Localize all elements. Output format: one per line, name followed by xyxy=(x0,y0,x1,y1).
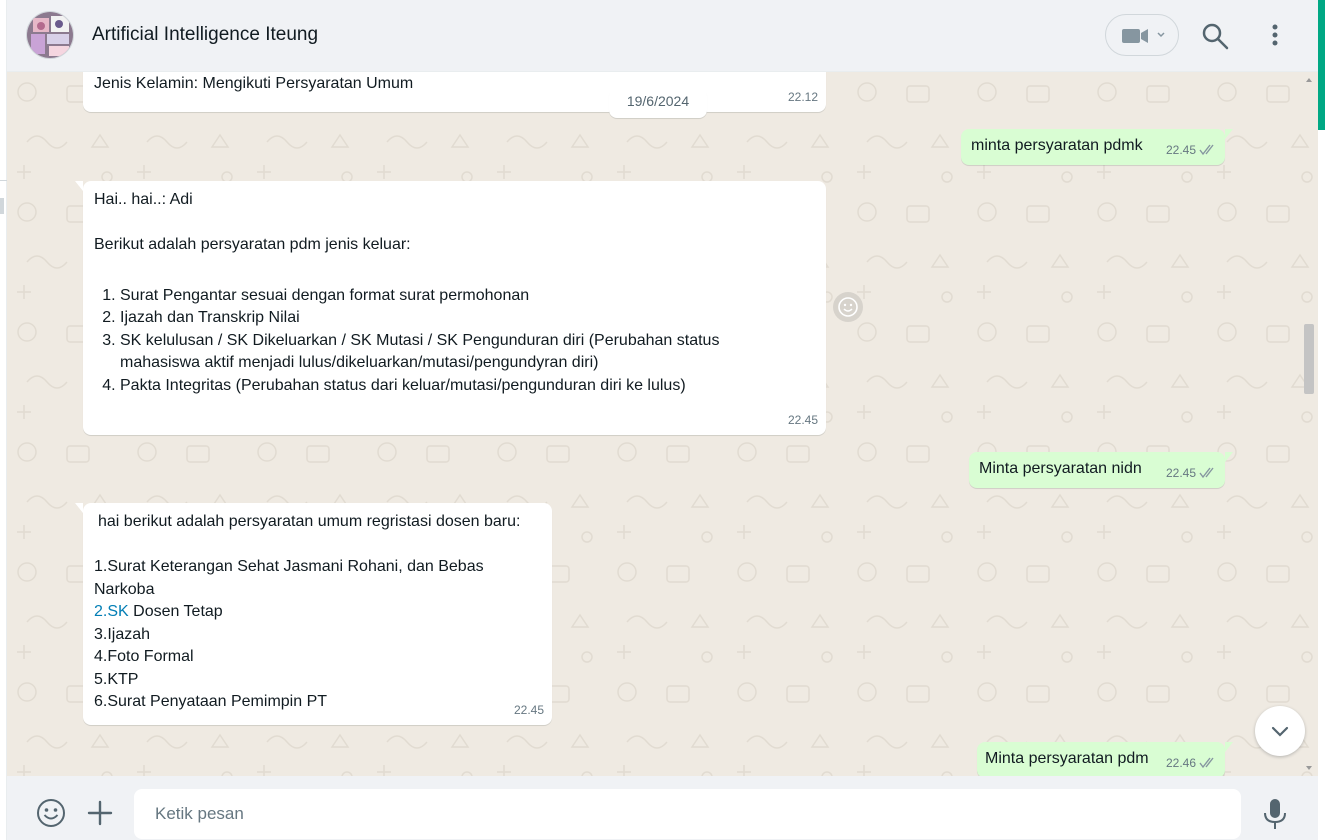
incoming-message[interactable]: Jenis Kelamin: Mengikuti Persyaratan Umu… xyxy=(83,72,826,112)
outgoing-message[interactable]: minta persyaratan pdmk 22.45 xyxy=(961,129,1233,165)
message-time: 22.46 xyxy=(1166,752,1217,775)
message-time: 22.12 xyxy=(787,89,818,104)
incoming-message[interactable]: hai berikut adalah persyaratan umum regr… xyxy=(75,503,552,725)
date-separator: 19/6/2024 xyxy=(609,88,707,118)
message-time: 22.45 xyxy=(787,412,818,427)
requirement-list: Surat Pengantar sesuai dengan format sur… xyxy=(94,285,794,398)
list-item: Pakta Integritas (Perubahan status dari … xyxy=(120,375,794,398)
video-camera-icon xyxy=(1122,29,1148,43)
composer-bar xyxy=(7,776,1318,840)
double-check-icon xyxy=(1199,467,1214,478)
message-text: Jenis Kelamin: Mengikuti Persyaratan Umu… xyxy=(94,75,414,92)
left-edge xyxy=(0,0,7,840)
incoming-message[interactable]: Hai.. hai..: Adi Berikut adalah persyara… xyxy=(75,181,826,435)
sk-link[interactable]: 2.SK xyxy=(94,603,129,620)
menu-icon[interactable] xyxy=(1263,21,1287,51)
bubble-tail xyxy=(75,181,83,191)
scrollbar[interactable] xyxy=(1303,72,1315,776)
list-item: Surat Pengantar sesuai dengan format sur… xyxy=(120,285,794,308)
search-icon[interactable] xyxy=(1200,21,1230,51)
message-text: Minta persyaratan pdm xyxy=(985,750,1149,767)
smiley-icon xyxy=(838,297,858,317)
plus-icon[interactable] xyxy=(87,800,113,826)
emoji-icon[interactable] xyxy=(36,798,66,828)
message-line: 1.Surat Keterangan Sehat Jasmani Rohani,… xyxy=(94,558,484,598)
scroll-up-arrow[interactable] xyxy=(1306,78,1312,82)
message-line: 5.KTP xyxy=(94,670,139,688)
divider xyxy=(0,180,7,181)
message-line: 2.SK Dosen Tetap xyxy=(94,603,223,620)
double-check-icon xyxy=(1199,757,1214,768)
chat-title[interactable]: Artificial Intelligence Iteung xyxy=(92,24,318,46)
bubble-tail xyxy=(75,503,83,513)
message-time: 22.45 xyxy=(1166,139,1217,162)
message-text: minta persyaratan pdmk xyxy=(971,137,1143,154)
bubble-tail xyxy=(1225,129,1233,139)
double-check-icon xyxy=(1199,144,1214,155)
message-text: Minta persyaratan nidn xyxy=(979,460,1142,477)
message-greeting: Hai.. hai..: Adi xyxy=(94,191,193,208)
message-line: 4.Foto Formal xyxy=(94,648,194,665)
bubble-tail xyxy=(1225,742,1233,752)
scroll-down-arrow[interactable] xyxy=(1306,766,1312,770)
chat-area[interactable]: Jenis Kelamin: Mengikuti Persyaratan Umu… xyxy=(7,72,1318,776)
scrollbar-thumb[interactable] xyxy=(1304,324,1314,394)
message-input[interactable] xyxy=(134,789,1241,839)
message-intro: Berikut adalah persyaratan pdm jenis kel… xyxy=(94,236,411,253)
message-intro: hai berikut adalah persyaratan umum regr… xyxy=(98,513,521,530)
message-line: 6.Surat Penyataan Pemimpin PT xyxy=(94,693,328,710)
outgoing-message[interactable]: Minta persyaratan nidn 22.45 xyxy=(969,452,1233,488)
video-call-button[interactable] xyxy=(1105,14,1179,56)
scroll-to-bottom-button[interactable] xyxy=(1255,706,1305,756)
message-time: 22.45 xyxy=(513,702,544,717)
right-edge-accent xyxy=(1318,0,1325,130)
message-time: 22.45 xyxy=(1166,462,1217,485)
mic-icon[interactable] xyxy=(1262,798,1288,830)
right-edge xyxy=(1318,130,1325,840)
edge-mark xyxy=(0,198,4,214)
chat-header[interactable]: Artificial Intelligence Iteung xyxy=(7,0,1318,72)
chevron-down-icon xyxy=(1271,726,1289,737)
emoji-reaction-button[interactable] xyxy=(833,292,863,322)
bubble-tail xyxy=(1225,452,1233,462)
message-line: 3.Ijazah xyxy=(94,625,151,643)
outgoing-message[interactable]: Minta persyaratan pdm 22.46 xyxy=(977,742,1233,776)
group-avatar[interactable] xyxy=(26,11,74,59)
chevron-down-icon xyxy=(1157,32,1165,38)
list-item: Ijazah dan Transkrip Nilai xyxy=(120,307,794,330)
list-item: SK kelulusan / SK Dikeluarkan / SK Mutas… xyxy=(120,330,760,375)
